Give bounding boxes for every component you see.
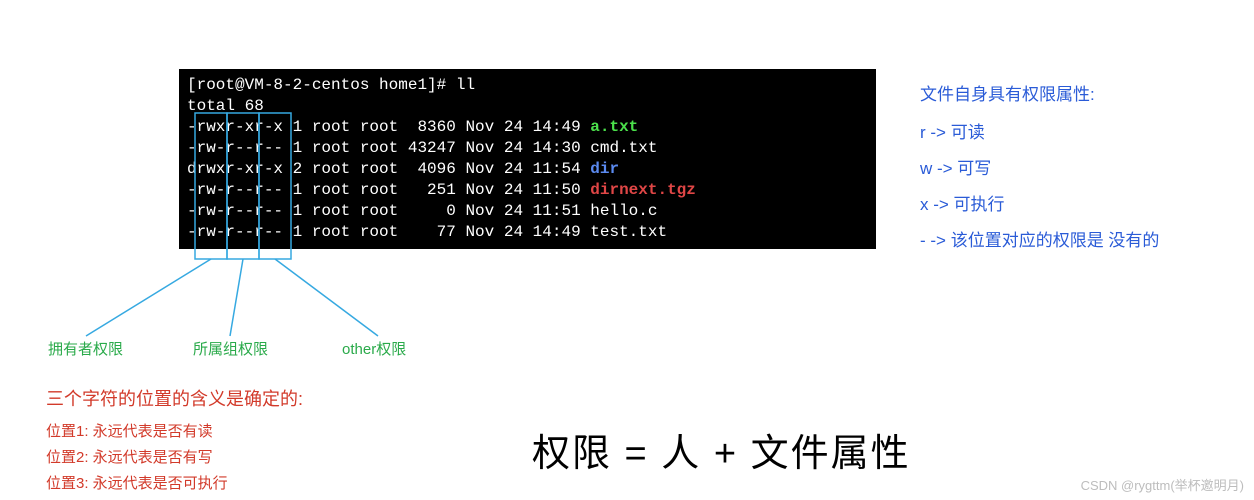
- position-title: 三个字符的位置的含义是确定的:: [46, 385, 303, 411]
- legend-w: w -> 可写: [920, 151, 1159, 187]
- position-2: 位置2: 永远代表是否有写: [46, 445, 303, 471]
- position-meaning-block: 三个字符的位置的含义是确定的: 位置1: 永远代表是否有读 位置2: 永远代表是…: [46, 385, 303, 497]
- permission-formula: 权限 = 人 + 文件属性: [532, 422, 911, 477]
- position-1: 位置1: 永远代表是否有读: [46, 419, 303, 445]
- legend-x: x -> 可执行: [920, 187, 1159, 223]
- permission-legend: 文件自身具有权限属性: r -> 可读 w -> 可写 x -> 可执行 - -…: [920, 77, 1159, 259]
- position-3: 位置3: 永远代表是否可执行: [46, 471, 303, 497]
- label-other-permission: other权限: [342, 338, 406, 359]
- legend-dash: - -> 该位置对应的权限是 没有的: [920, 223, 1159, 259]
- legend-title: 文件自身具有权限属性:: [920, 77, 1159, 113]
- terminal-output: [root@VM-8-2-centos home1]# ll total 68 …: [179, 69, 876, 249]
- label-owner-permission: 拥有者权限: [48, 338, 123, 359]
- csdn-watermark: CSDN @rygttm(举杯邀明月): [1081, 475, 1244, 494]
- label-group-permission: 所属组权限: [193, 338, 268, 359]
- legend-r: r -> 可读: [920, 115, 1159, 151]
